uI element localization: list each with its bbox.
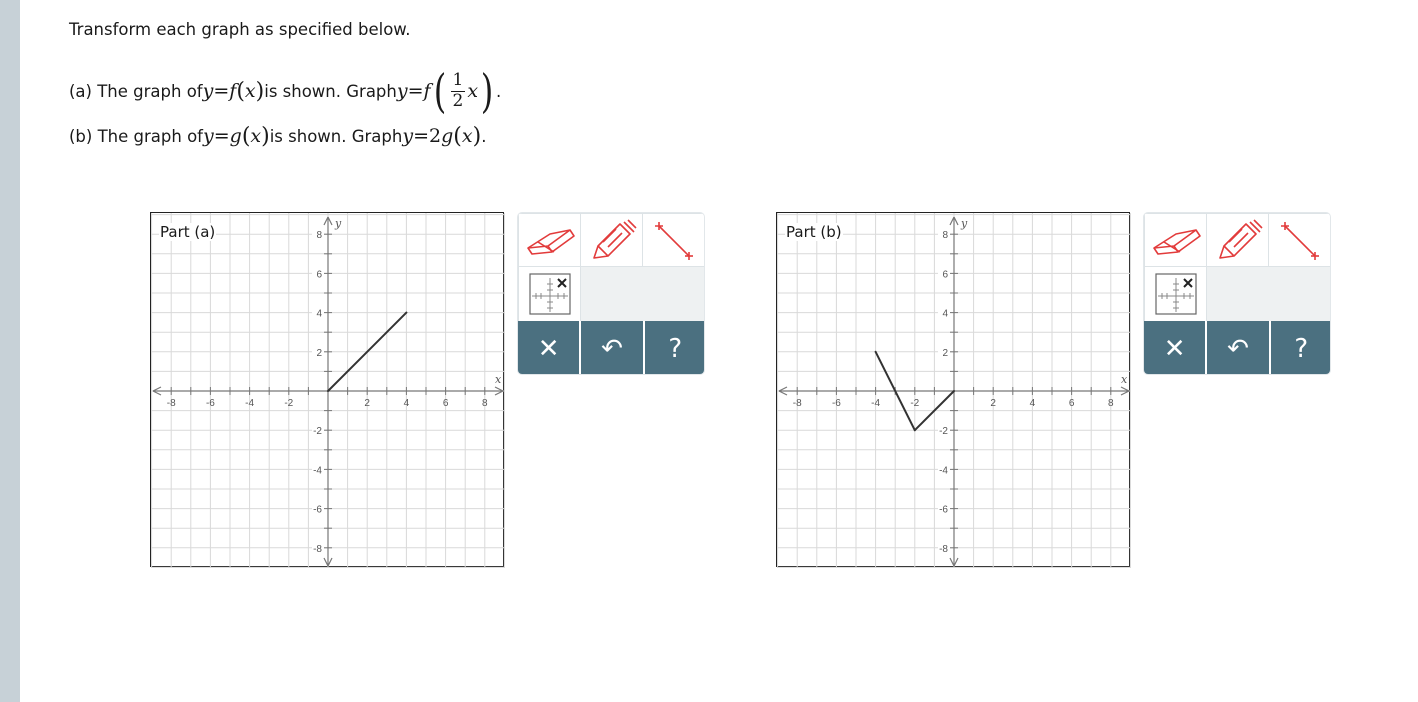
fraction-denominator: 2: [452, 90, 464, 111]
clear-all-button[interactable]: ✕: [518, 321, 582, 374]
undo-button[interactable]: ↶: [1207, 321, 1271, 374]
y-tick-label: 4: [942, 309, 948, 320]
graph-a-svg[interactable]: -8 -6 -4 -2 2 4 6 8 8 6 4 2 -2 -4 -6 -8 x y: [151, 213, 505, 568]
clear-grid-icon: [528, 273, 571, 315]
y-axis-label: y: [334, 217, 342, 230]
toolbox-a-action-bar: ✕ ↶ ?: [518, 321, 704, 374]
line-segment-icon: [1281, 222, 1319, 260]
part-b-coefficient: 2: [429, 125, 442, 147]
graph-part-b[interactable]: -8 -6 -4 -2 2 4 6 8 8 6 4 2 -2 -4 -6 -8 x y Part (b): [776, 212, 1131, 568]
line-segment-icon: [655, 222, 693, 260]
part-b-prompt: (b) The graph of y = g(x) is shown. Graph …: [69, 123, 487, 149]
clear-grid-tool-button[interactable]: [518, 266, 581, 322]
clear-grid-icon: [1154, 273, 1197, 315]
pencil-icon: [592, 219, 637, 259]
part-a-target-fn: f: [423, 80, 431, 102]
y-tick-label: 8: [942, 230, 948, 241]
y-tick-label: 2: [942, 348, 948, 359]
y-tick-label: -6: [939, 505, 948, 516]
y-tick-label: -4: [939, 465, 948, 476]
help-button[interactable]: ?: [1271, 321, 1330, 374]
eraser-tool-button[interactable]: [518, 213, 581, 267]
x-tick-label: 2: [990, 398, 996, 409]
clear-grid-tool-button[interactable]: [1144, 266, 1207, 322]
part-b-end: .: [481, 126, 487, 146]
x-tick-label: -6: [832, 398, 841, 409]
y-tick-label: 4: [316, 309, 322, 320]
y-tick-label: 8: [316, 230, 322, 241]
x-tick-label: 8: [482, 398, 488, 409]
graph-b-svg[interactable]: -8 -6 -4 -2 2 4 6 8 8 6 4 2 -2 -4 -6 -8 x y: [777, 213, 1131, 568]
graph-part-a-label: Part (a): [159, 223, 217, 241]
y-tick-label: -2: [939, 426, 948, 437]
x-tick-label: -2: [910, 398, 919, 409]
graph-part-b-label: Part (b): [785, 223, 843, 241]
graph-part-a[interactable]: -8 -6 -4 -2 2 4 6 8 8 6 4 2 -2 -4 -6 -8 x y Part (a): [150, 212, 505, 568]
x-tick-label: 4: [1030, 398, 1036, 409]
eraser-tool-button[interactable]: [1144, 213, 1207, 267]
y-tick-label: 6: [316, 269, 322, 280]
y-tick-label: -6: [313, 505, 322, 516]
x-tick-label: 8: [1108, 398, 1114, 409]
part-b-prefix: (b) The graph of: [69, 126, 203, 146]
pencil-tool-button[interactable]: [1206, 213, 1269, 267]
pencil-tool-button[interactable]: [580, 213, 643, 267]
part-a-middle: is shown. Graph: [264, 81, 397, 101]
x-tick-label: 6: [443, 398, 449, 409]
x-tick-label: -4: [871, 398, 880, 409]
eraser-icon: [1152, 229, 1201, 255]
x-axis-label: x: [1121, 373, 1128, 386]
y-tick-label: -4: [313, 465, 322, 476]
x-tick-label: -8: [167, 398, 176, 409]
fraction-numerator: 1: [450, 69, 466, 92]
line-tool-button[interactable]: [1268, 213, 1330, 267]
clear-all-button[interactable]: ✕: [1144, 321, 1208, 374]
part-a-prefix: (a) The graph of: [69, 81, 203, 101]
toolbox-part-b: ✕ ↶ ?: [1143, 212, 1331, 375]
toolbox-part-a: ✕ ↶ ?: [517, 212, 705, 375]
eraser-icon: [526, 229, 575, 255]
y-tick-label: -8: [939, 544, 948, 555]
pencil-icon: [1218, 219, 1263, 259]
y-axis-label: y: [960, 217, 968, 230]
toolbox-b-action-bar: ✕ ↶ ?: [1144, 321, 1330, 374]
y-tick-label: -8: [313, 544, 322, 555]
x-tick-label: 4: [404, 398, 410, 409]
left-sidebar-strip: [0, 0, 20, 702]
line-tool-button[interactable]: [642, 213, 704, 267]
y-tick-label: 6: [942, 269, 948, 280]
x-axis-label: x: [495, 373, 502, 386]
x-tick-label: -6: [206, 398, 215, 409]
x-tick-label: -2: [284, 398, 293, 409]
part-a-fraction: 12: [450, 69, 466, 111]
x-tick-label: 2: [364, 398, 370, 409]
part-b-middle: is shown. Graph: [269, 126, 403, 146]
y-tick-label: -2: [313, 426, 322, 437]
part-b-target-fn: g: [441, 125, 454, 147]
instruction-text: Transform each graph as specified below.: [69, 20, 411, 39]
help-button[interactable]: ?: [645, 321, 704, 374]
part-b-given-fn: g: [229, 125, 242, 147]
part-a-given-fn: f: [229, 80, 237, 102]
undo-button[interactable]: ↶: [581, 321, 645, 374]
y-tick-label: 2: [316, 348, 322, 359]
x-tick-label: -8: [793, 398, 802, 409]
x-tick-label: -4: [245, 398, 254, 409]
x-tick-label: 6: [1069, 398, 1075, 409]
part-a-prompt: (a) The graph of y = f(x) is shown. Graph …: [69, 64, 502, 118]
